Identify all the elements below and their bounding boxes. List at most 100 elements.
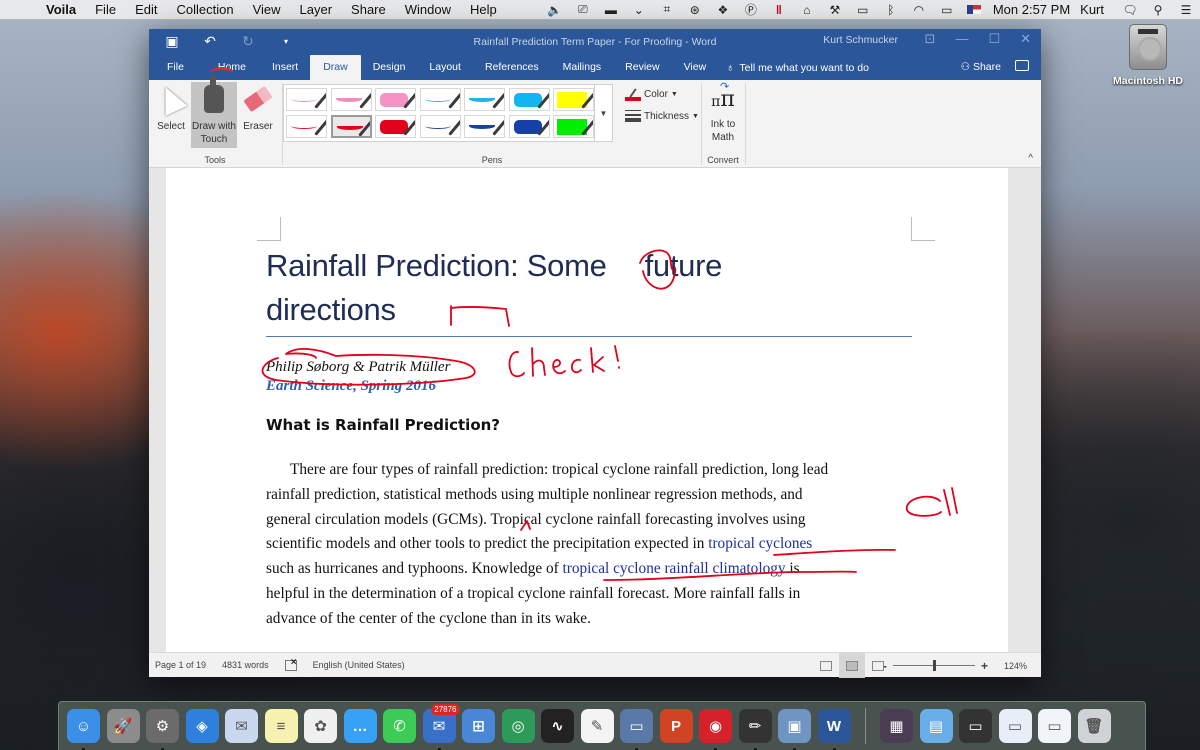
word-count[interactable]: 4831 words [222, 660, 269, 670]
user-menu[interactable]: Kurt [1080, 2, 1104, 17]
thickness-button[interactable]: Thickness ▼ [625, 110, 699, 122]
pen-pen-medium[interactable] [464, 88, 505, 111]
pen-pen-medium[interactable] [330, 115, 372, 138]
dock-folder-stack[interactable]: ▤ [919, 709, 953, 743]
dock-photos[interactable]: ✿ [304, 709, 337, 743]
volume-icon[interactable]: 🔈 [547, 3, 563, 17]
pen-pen-thin[interactable] [286, 88, 327, 111]
dock-parallels-window[interactable]: ▭ [620, 709, 653, 750]
spotlight-search-icon[interactable]: ⚲ [1150, 3, 1166, 17]
menu-file[interactable]: File [95, 2, 116, 17]
tab-mailings[interactable]: Mailings [551, 55, 614, 80]
page-count[interactable]: Page 1 of 19 [155, 660, 206, 670]
dock-trash[interactable]: 🗑 [1077, 709, 1111, 743]
dock-vpn-globe[interactable]: ◎ [501, 709, 535, 743]
pen-gallery-more-button[interactable]: ▼ [594, 85, 612, 141]
pen-pen-medium[interactable] [330, 88, 372, 111]
document-area[interactable]: Rainfall Prediction: Some future directio… [149, 168, 1041, 652]
menu-layer[interactable]: Layer [300, 2, 333, 17]
zoom-level[interactable]: 124% [1004, 661, 1027, 671]
menu-view[interactable]: View [253, 2, 281, 17]
tab-draw[interactable]: Draw [310, 55, 361, 80]
language[interactable]: English (United States) [313, 660, 405, 670]
print-layout-button[interactable] [839, 653, 865, 678]
macintosh-hd-desktop-icon[interactable]: Macintosh HD [1108, 24, 1188, 87]
menu-edit[interactable]: Edit [135, 2, 157, 17]
us-flag-icon[interactable] [966, 5, 981, 14]
toolbox-icon[interactable]: ⚒ [827, 3, 843, 17]
dock-camera-pencil-app[interactable]: ✏ [738, 709, 772, 750]
tab-design[interactable]: Design [361, 55, 418, 80]
battery-case-icon[interactable]: ▬ [603, 3, 619, 17]
dock-photo-stack[interactable]: ▦ [880, 709, 913, 743]
account-name[interactable]: Kurt Schmucker [823, 34, 898, 46]
tab-review[interactable]: Review [613, 55, 671, 80]
dock-finder[interactable]: ☺ [67, 709, 100, 750]
tab-file[interactable]: File [149, 55, 202, 80]
dock-outlook-mail[interactable]: ✉ 27876 [422, 704, 460, 750]
bluetooth-icon[interactable]: ᛒ [883, 3, 899, 17]
menu-share[interactable]: Share [351, 2, 386, 17]
clock[interactable]: Mon 2:57 PM [993, 2, 1070, 17]
zoom-out-button[interactable]: - [883, 659, 887, 673]
draw-with-touch-button[interactable]: Draw with Touch [191, 67, 237, 148]
collapse-ribbon-icon[interactable]: ^ [1028, 153, 1033, 164]
pen-pen-thick[interactable] [375, 115, 416, 138]
eraser-tool-button[interactable]: Eraser [241, 82, 275, 148]
menu-collection[interactable]: Collection [176, 2, 233, 17]
screenshot-crop-icon[interactable]: ⌗ [659, 2, 675, 17]
dropbox-icon[interactable]: ❖ [715, 3, 731, 17]
link-tropical-cyclones[interactable]: tropical cyclones [708, 535, 812, 552]
menu-window[interactable]: Window [405, 2, 451, 17]
menu-help[interactable]: Help [470, 2, 497, 17]
dock-safari[interactable]: ◈ [185, 709, 219, 743]
notification-icon[interactable]: 🗨 [1122, 3, 1138, 17]
read-mode-button[interactable] [813, 653, 839, 678]
ribbon-display-options-icon[interactable]: ⊡ [925, 31, 936, 47]
parallels-icon[interactable]: ‖ [771, 3, 787, 17]
pen-pen-thick[interactable] [508, 88, 550, 111]
pen-pen-thin[interactable] [419, 88, 461, 111]
menu-app-name[interactable]: Voila [46, 2, 76, 17]
proofing-errors-icon[interactable] [284, 657, 297, 671]
zoom-slider[interactable] [892, 660, 975, 671]
dock-safari-window-2[interactable]: ▭ [998, 709, 1032, 743]
tab-references[interactable]: References [473, 55, 551, 80]
dock-outlook-window[interactable]: ▭ [1038, 709, 1071, 743]
tell-me-search[interactable]: ♁ Tell me what you want to do [726, 55, 869, 80]
tab-layout[interactable]: Layout [417, 55, 473, 80]
comments-icon[interactable] [1015, 60, 1029, 71]
display-icon[interactable]: ⎚ [575, 2, 591, 17]
select-tool-button[interactable]: Select [154, 82, 188, 148]
pen-pen-thick[interactable] [375, 88, 416, 111]
dock-facetime[interactable]: ✆ [383, 709, 416, 743]
notification-center-icon[interactable]: ☰ [1178, 3, 1194, 17]
pen-pen-thin[interactable] [286, 115, 327, 138]
close-icon[interactable]: ✕ [1020, 31, 1031, 47]
tab-view[interactable]: View [672, 55, 719, 80]
parking-icon[interactable]: Ⓟ [743, 3, 759, 17]
color-button[interactable]: Color ▼ [625, 88, 678, 101]
battery-charging-icon[interactable]: ▭ [939, 3, 955, 17]
dock-preview[interactable]: ▣ [778, 709, 811, 750]
link-rainfall-climatology[interactable]: tropical cyclone rainfall climatology [563, 560, 786, 577]
wifi-icon[interactable]: ◠ [911, 3, 927, 17]
dock-safari-window-1[interactable]: ▭ [959, 709, 992, 743]
zoom-slider-thumb[interactable] [932, 660, 936, 671]
dock-textedit[interactable]: ✎ [580, 709, 614, 743]
dock-powerpoint[interactable]: P [659, 709, 693, 743]
dock-system-preferences[interactable]: ⚙ [146, 709, 179, 750]
chevron-down-icon[interactable]: ⌄ [631, 3, 647, 17]
airplay-icon[interactable]: ▭ [855, 3, 871, 17]
ink-to-math-button[interactable]: ↷ ππ Ink to Math [704, 81, 742, 148]
dock-notes[interactable]: ≡ [264, 709, 298, 743]
pen-highlighter[interactable] [553, 115, 594, 138]
tab-insert[interactable]: Insert [260, 55, 310, 80]
dock-parallels-windows[interactable]: ⊞ [462, 709, 495, 743]
home-icon[interactable]: ⌂ [799, 3, 815, 17]
dock-red-dog-app[interactable]: ◉ [699, 709, 732, 750]
share-button[interactable]: ⚇ Share [961, 55, 1001, 80]
creative-cloud-icon[interactable]: ⊛ [687, 3, 703, 17]
maximize-icon[interactable]: ☐ [988, 31, 1000, 47]
pen-pen-thick[interactable] [508, 115, 550, 138]
